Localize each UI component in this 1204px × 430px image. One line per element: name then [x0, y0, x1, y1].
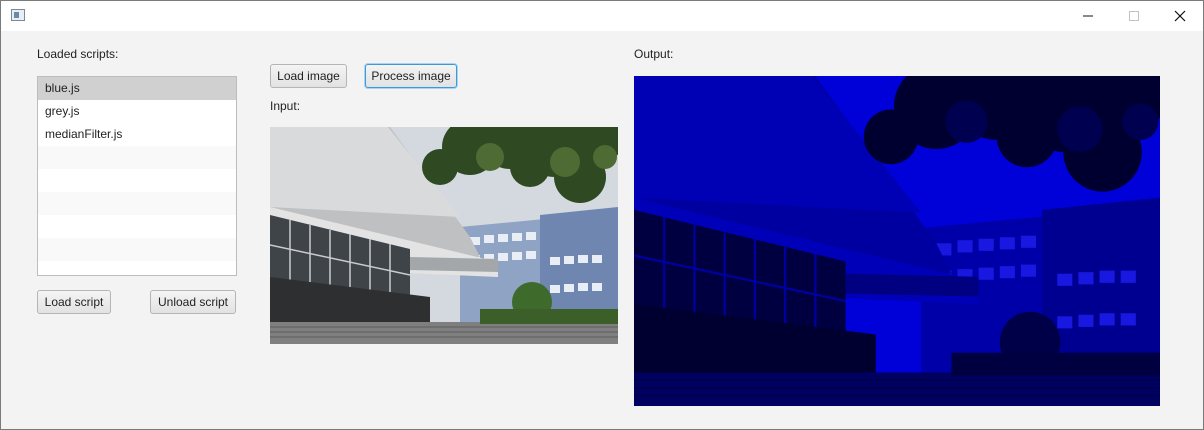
scripts-list[interactable]: blue.js grey.js medianFilter.js [37, 76, 237, 276]
process-image-button[interactable]: Process image [365, 64, 457, 88]
output-image [634, 76, 1160, 406]
empty-list-row [38, 146, 236, 169]
list-item[interactable]: grey.js [38, 100, 236, 123]
empty-list-row [38, 169, 236, 192]
output-label: Output: [634, 47, 674, 61]
unload-script-button[interactable]: Unload script [150, 290, 236, 314]
title-bar [1, 1, 1203, 31]
empty-list-row [38, 238, 236, 261]
app-window: Loaded scripts: blue.js grey.js medianFi… [0, 0, 1204, 430]
minimize-button[interactable] [1065, 1, 1111, 31]
input-label: Input: [270, 99, 301, 113]
empty-list-row [38, 215, 236, 238]
input-image [270, 127, 618, 344]
app-icon [11, 9, 25, 21]
close-button[interactable] [1157, 1, 1203, 31]
load-script-button[interactable]: Load script [37, 290, 111, 314]
loaded-scripts-label: Loaded scripts: [37, 47, 119, 61]
empty-list-row [38, 261, 236, 275]
empty-list-row [38, 192, 236, 215]
close-icon [1174, 10, 1186, 22]
maximize-button[interactable] [1111, 1, 1157, 31]
list-item[interactable]: medianFilter.js [38, 123, 236, 146]
list-item[interactable]: blue.js [38, 77, 236, 100]
minimize-icon [1083, 15, 1093, 17]
load-image-button[interactable]: Load image [270, 64, 347, 88]
maximize-icon [1129, 11, 1139, 21]
